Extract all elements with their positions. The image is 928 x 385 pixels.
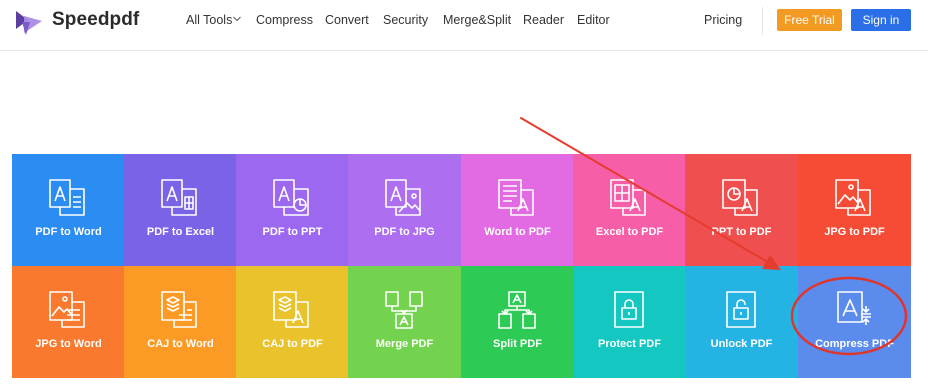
free-trial-button[interactable]: Free Trial xyxy=(777,9,842,31)
jpg-to-pdf-icon xyxy=(835,179,871,216)
protect-pdf-icon xyxy=(614,291,644,328)
tool-label: PDF to JPG xyxy=(374,226,435,238)
nav-reader[interactable]: Reader xyxy=(523,13,564,27)
tool-tile-protect-pdf[interactable]: Protect PDF xyxy=(573,266,686,378)
tool-label: Merge PDF xyxy=(375,338,434,350)
tool-tile-split-pdf[interactable]: Split PDF xyxy=(461,266,574,378)
tool-tile-word-to-pdf[interactable]: Word to PDF xyxy=(461,154,574,266)
tool-label: JPG to Word xyxy=(35,338,102,350)
compress-pdf-icon xyxy=(837,291,871,325)
jpg-to-word-icon xyxy=(49,291,85,328)
tool-label: PPT to PDF xyxy=(711,226,772,238)
tool-label: PDF to Word xyxy=(35,226,102,238)
nav-merge-split[interactable]: Merge&Split xyxy=(443,13,511,27)
tool-tile-jpg-to-word[interactable]: JPG to Word xyxy=(12,266,125,378)
top-navigation-bar: Speedpdf All Tools Compress Convert Secu… xyxy=(0,0,928,51)
tool-label: Compress PDF xyxy=(815,338,894,350)
tool-label: Word to PDF xyxy=(484,226,551,238)
speedpdf-logo-icon[interactable] xyxy=(12,7,44,37)
tool-label: JPG to PDF xyxy=(824,226,885,238)
tool-label: PDF to Excel xyxy=(146,226,215,238)
tool-tile-pdf-to-ppt[interactable]: PDF to PPT xyxy=(236,154,349,266)
caj-to-pdf-icon xyxy=(273,291,309,328)
pdf-to-ppt-icon xyxy=(273,179,309,216)
tool-label: Split PDF xyxy=(493,338,542,350)
sign-in-button[interactable]: Sign in xyxy=(851,9,911,31)
nav-security[interactable]: Security xyxy=(383,13,428,27)
chevron-down-icon xyxy=(233,16,242,22)
merge-pdf-icon xyxy=(385,291,423,329)
tool-tile-caj-to-pdf[interactable]: CAJ to PDF xyxy=(236,266,349,378)
tool-tile-compress-pdf[interactable]: Compress PDF xyxy=(798,266,911,378)
ppt-to-pdf-icon xyxy=(722,179,758,216)
nav-all-tools[interactable]: All Tools xyxy=(186,13,242,27)
tool-tile-pdf-to-excel[interactable]: PDF to Excel xyxy=(124,154,237,266)
tool-label: CAJ to Word xyxy=(147,338,214,350)
tool-label: CAJ to PDF xyxy=(262,338,323,350)
tool-grid: PDF to Word PDF to Excel PDF to PPT PDF … xyxy=(12,154,911,378)
unlock-pdf-icon xyxy=(726,291,756,328)
tool-tile-unlock-pdf[interactable]: Unlock PDF xyxy=(685,266,798,378)
tool-tile-caj-to-word[interactable]: CAJ to Word xyxy=(124,266,237,378)
tool-tile-excel-to-pdf[interactable]: Excel to PDF xyxy=(573,154,686,266)
nav-convert[interactable]: Convert xyxy=(325,13,369,27)
pdf-to-jpg-icon xyxy=(385,179,421,216)
tool-tile-ppt-to-pdf[interactable]: PPT to PDF xyxy=(685,154,798,266)
brand-name[interactable]: Speedpdf xyxy=(52,9,139,31)
pdf-to-excel-icon xyxy=(161,179,197,216)
word-to-pdf-icon xyxy=(498,179,534,216)
tool-tile-pdf-to-word[interactable]: PDF to Word xyxy=(12,154,125,266)
pdf-to-word-icon xyxy=(49,179,85,216)
tool-label: Unlock PDF xyxy=(710,338,773,350)
nav-divider xyxy=(762,7,763,35)
tool-tile-jpg-to-pdf[interactable]: JPG to PDF xyxy=(798,154,911,266)
tool-label: PDF to PPT xyxy=(262,226,323,238)
excel-to-pdf-icon xyxy=(610,179,646,216)
split-pdf-icon xyxy=(498,291,536,329)
tool-label: Excel to PDF xyxy=(595,226,664,238)
tool-tile-pdf-to-jpg[interactable]: PDF to JPG xyxy=(348,154,461,266)
nav-all-tools-label: All Tools xyxy=(186,13,233,27)
nav-editor[interactable]: Editor xyxy=(577,13,610,27)
tool-tile-merge-pdf[interactable]: Merge PDF xyxy=(348,266,461,378)
tool-label: Protect PDF xyxy=(598,338,661,350)
nav-pricing[interactable]: Pricing xyxy=(704,13,742,27)
nav-compress[interactable]: Compress xyxy=(256,13,313,27)
caj-to-word-icon xyxy=(161,291,197,328)
